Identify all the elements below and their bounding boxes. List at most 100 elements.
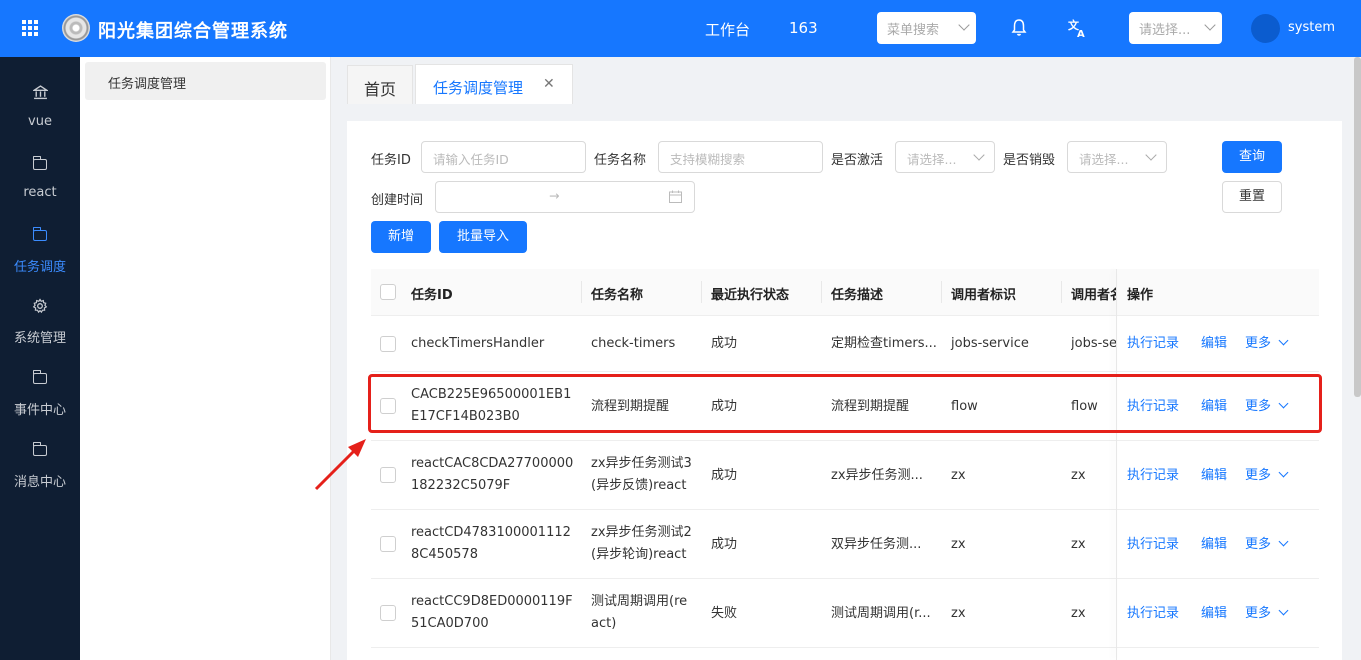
column-divider (581, 281, 582, 303)
batch-import-button[interactable]: 批量导入 (439, 221, 527, 253)
nav-label: 任务调度 (13, 260, 66, 275)
task-id-label: 任务ID (371, 153, 411, 168)
nav-item-vue[interactable]: vue (0, 65, 80, 135)
header-caller-id: 调用者标识 (951, 288, 1017, 303)
page-scrollbar[interactable] (1354, 57, 1361, 397)
apps-grid-icon[interactable] (22, 20, 38, 36)
app-title: 阳光集团综合管理系统 (98, 21, 288, 42)
svg-text:A: A (1077, 29, 1085, 38)
more-dropdown[interactable]: 更多 (1245, 333, 1289, 355)
cell-desc: 定期检查timers... (831, 336, 937, 351)
more-label: 更多 (1245, 468, 1272, 483)
cell-status: 成功 (711, 468, 738, 483)
header-task-name: 任务名称 (591, 288, 644, 303)
cell-desc: zx异步任务测... (831, 468, 923, 483)
calendar-icon (669, 190, 682, 203)
add-button[interactable]: 新增 (371, 221, 431, 253)
task-name-placeholder: 支持模糊搜索 (670, 152, 746, 167)
destroyed-label: 是否销毁 (1003, 153, 1056, 168)
edit-link[interactable]: 编辑 (1201, 603, 1227, 625)
nav-item-task-schedule[interactable]: 任务调度 (0, 207, 80, 277)
exec-records-link[interactable]: 执行记录 (1127, 465, 1179, 487)
nav-label: 事件中心 (13, 403, 66, 418)
nav-label: 消息中心 (13, 475, 66, 490)
edit-link[interactable]: 编辑 (1201, 465, 1227, 487)
cell-status: 成功 (711, 537, 738, 552)
avatar[interactable] (1251, 14, 1280, 43)
chevron-down-icon (973, 149, 985, 161)
cell-task-name: zx异步任务测试2(异步轮询)react (591, 525, 692, 562)
row-checkbox[interactable] (380, 336, 396, 352)
more-dropdown[interactable]: 更多 (1245, 465, 1289, 487)
folder-icon (33, 442, 47, 456)
destroyed-select[interactable]: 请选择... (1067, 141, 1167, 173)
query-button[interactable]: 查询 (1222, 141, 1282, 173)
bell-icon[interactable] (1011, 18, 1027, 38)
nav-item-event-center[interactable]: 事件中心 (0, 350, 80, 420)
nav-item-react[interactable]: react (0, 136, 80, 206)
more-dropdown[interactable]: 更多 (1245, 534, 1289, 556)
cell-desc: 双异步任务测... (831, 537, 922, 552)
tab-home-label: 首页 (364, 80, 397, 99)
cell-task-name: 测试周期调用(react) (591, 594, 688, 631)
active-select[interactable]: 请选择... (895, 141, 995, 173)
created-time-range[interactable]: → (435, 181, 695, 213)
cell-status: 成功 (711, 336, 738, 351)
cell-caller-name: zx (1071, 606, 1086, 621)
nav-item-message-center[interactable]: 消息中心 (0, 422, 80, 492)
created-time-label: 创建时间 (371, 193, 424, 208)
nav-label: react (23, 185, 57, 200)
chevron-down-icon (1278, 605, 1289, 616)
cell-caller: zx (951, 606, 966, 621)
task-id-input[interactable]: 请输入任务ID (421, 141, 586, 173)
edit-link[interactable]: 编辑 (1201, 534, 1227, 556)
cell-caller-name: jobs-ser (1071, 336, 1117, 351)
cell-desc: 测试周期调用(r... (831, 606, 931, 621)
chevron-down-icon (1278, 536, 1289, 547)
cell-caller: zx (951, 537, 966, 552)
header-task-desc: 任务描述 (831, 288, 884, 303)
exec-records-link[interactable]: 执行记录 (1127, 534, 1179, 556)
nav-item-system[interactable]: 系统管理 (0, 278, 80, 348)
menu-search-select[interactable]: 菜单搜索 (877, 12, 976, 44)
exec-records-link[interactable]: 执行记录 (1127, 333, 1179, 355)
username[interactable]: system (1288, 20, 1335, 35)
tab-home[interactable]: 首页 (347, 65, 413, 104)
more-label: 更多 (1245, 606, 1272, 621)
language-select[interactable]: 请选择... (1129, 12, 1222, 44)
table-header: 任务ID 任务名称 最近执行状态 任务描述 调用者标识 调用者名 操作 (371, 269, 1319, 316)
submenu-item-task-schedule-mgmt[interactable]: 任务调度管理 (85, 62, 326, 100)
active-label: 是否激活 (831, 153, 884, 168)
row-checkbox[interactable] (380, 536, 396, 552)
secondary-menu: 任务调度管理 (80, 57, 331, 660)
chevron-down-icon (1278, 467, 1289, 478)
translate-icon[interactable]: 文 A (1068, 18, 1088, 38)
close-icon[interactable]: ✕ (543, 76, 555, 92)
header-task-id: 任务ID (411, 288, 453, 303)
cell-caller: zx (951, 468, 966, 483)
exec-records-link[interactable]: 执行记录 (1127, 603, 1179, 625)
fixed-column-shadow (1116, 269, 1117, 660)
gear-icon (32, 298, 48, 314)
workbench-link[interactable]: 工作台 (705, 19, 750, 40)
tab-task-schedule-mgmt[interactable]: 任务调度管理 ✕ (415, 64, 573, 104)
cell-status: 失败 (711, 606, 738, 621)
row-checkbox[interactable] (380, 605, 396, 621)
left-nav: vue react 任务调度 系统管理 事件中心 消息中心 (0, 57, 80, 660)
top-bar: 阳光集团综合管理系统 工作台 163 菜单搜索 文 A 请选择... syste… (0, 0, 1361, 57)
cell-task-id: checkTimersHandler (411, 336, 545, 351)
active-placeholder: 请选择... (907, 152, 957, 167)
edit-link[interactable]: 编辑 (1201, 333, 1227, 355)
task-name-label: 任务名称 (594, 153, 647, 168)
more-dropdown[interactable]: 更多 (1245, 603, 1289, 625)
range-arrow: → (549, 188, 560, 203)
chevron-down-icon (1278, 335, 1289, 346)
destroyed-placeholder: 请选择... (1079, 152, 1129, 167)
select-all-checkbox[interactable] (380, 284, 396, 300)
bank-icon (33, 85, 48, 100)
menu-search-placeholder: 菜单搜索 (887, 23, 940, 38)
row-checkbox[interactable] (380, 467, 396, 483)
task-name-input[interactable]: 支持模糊搜索 (658, 141, 823, 173)
cell-task-id: reactCAC8CDA27700000182232C5079F (411, 456, 574, 493)
reset-button[interactable]: 重置 (1222, 181, 1282, 213)
